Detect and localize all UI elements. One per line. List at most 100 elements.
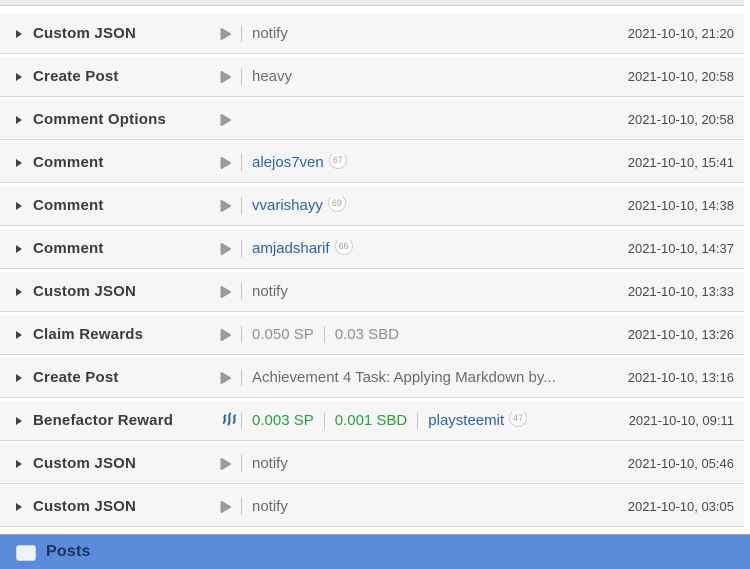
timestamp: 2021-10-10, 09:11 xyxy=(628,413,734,428)
operation-name: Custom JSON xyxy=(33,498,137,515)
details: notify xyxy=(241,25,288,42)
reputation-badge: 66 xyxy=(334,239,353,255)
details: notify xyxy=(241,455,288,472)
detail-text: Achievement 4 Task: Applying Markdown by… xyxy=(252,369,556,386)
expand-caret-icon[interactable] xyxy=(16,459,22,468)
user-wrap: vvarishayy 69 xyxy=(252,196,346,215)
operation-name: Comment Options xyxy=(33,111,166,128)
pipe-divider xyxy=(241,412,242,429)
pipe-divider xyxy=(241,455,242,472)
timestamp: 2021-10-10, 20:58 xyxy=(627,112,734,127)
transaction-row[interactable]: Create Post Achievement 4 Task: Applying… xyxy=(0,358,744,398)
pipe-divider xyxy=(323,412,325,429)
operation-name: Custom JSON xyxy=(33,25,137,42)
operation-name: Create Post xyxy=(33,68,119,85)
steem-icon xyxy=(219,412,241,429)
timestamp: 2021-10-10, 03:05 xyxy=(627,499,734,514)
operation-name: Create Post xyxy=(33,369,119,386)
detail-text: notify xyxy=(252,455,288,472)
play-icon xyxy=(219,242,241,256)
detail-text: heavy xyxy=(252,68,293,85)
play-icon xyxy=(219,285,241,299)
expand-caret-icon[interactable] xyxy=(16,330,22,339)
pipe-divider xyxy=(417,412,419,429)
play-icon xyxy=(219,371,241,385)
user-wrap: alejos7ven 67 xyxy=(252,153,347,172)
reputation-badge: 67 xyxy=(328,153,347,169)
pipe-divider xyxy=(241,25,242,42)
transaction-row[interactable]: Custom JSON notify 2021-10-10, 03:05 xyxy=(0,487,744,527)
timestamp: 2021-10-10, 14:37 xyxy=(627,241,734,256)
operation-name: Benefactor Reward xyxy=(33,412,174,429)
operation-name: Custom JSON xyxy=(33,455,137,472)
transaction-row[interactable]: Custom JSON notify 2021-10-10, 05:46 xyxy=(0,444,744,484)
reputation-badge: 69 xyxy=(327,196,346,212)
operation-name: Comment xyxy=(33,240,104,257)
expand-caret-icon[interactable] xyxy=(16,115,22,124)
pipe-divider xyxy=(241,326,242,343)
transaction-row[interactable]: Custom JSON notify 2021-10-10, 21:20 xyxy=(0,14,744,54)
timestamp: 2021-10-10, 14:38 xyxy=(627,198,734,213)
detail-text: notify xyxy=(252,498,288,515)
user-wrap: playsteemit 47 xyxy=(428,411,528,430)
timestamp: 2021-10-10, 21:20 xyxy=(627,26,734,41)
play-icon xyxy=(219,500,241,514)
expand-caret-icon[interactable] xyxy=(16,373,22,382)
expand-caret-icon[interactable] xyxy=(16,416,22,425)
pipe-divider xyxy=(241,154,242,171)
pipe-divider xyxy=(241,240,242,257)
play-icon xyxy=(219,199,241,213)
details: notify xyxy=(241,498,288,515)
details: alejos7ven 67 xyxy=(241,153,347,172)
transaction-row[interactable]: Claim Rewards 0.050 SP 0.03 SBD 2021-10-1… xyxy=(0,315,744,355)
detail-text: notify xyxy=(252,283,288,300)
play-icon xyxy=(219,113,241,127)
operation-name: Comment xyxy=(33,197,104,214)
pipe-divider xyxy=(241,68,242,85)
expand-caret-icon[interactable] xyxy=(16,29,22,38)
timestamp: 2021-10-10, 13:26 xyxy=(627,327,734,342)
transaction-row[interactable]: Comment alejos7ven 67 2021-10-10, 15:41 xyxy=(0,143,744,183)
user-link[interactable]: alejos7ven xyxy=(252,154,324,171)
pipe-divider xyxy=(241,498,242,515)
expand-caret-icon[interactable] xyxy=(16,502,22,511)
expand-caret-icon[interactable] xyxy=(16,244,22,253)
expand-caret-icon[interactable] xyxy=(16,201,22,210)
transaction-row[interactable]: Comment amjadsharif 66 2021-10-10, 14:37 xyxy=(0,229,744,269)
pipe-divider xyxy=(241,369,242,386)
expand-caret-icon[interactable] xyxy=(16,287,22,296)
details: heavy xyxy=(241,68,292,85)
transaction-row[interactable]: Comment vvarishayy 69 2021-10-10, 14:38 xyxy=(0,186,744,226)
details: 0.003 SP 0.001 SBD playsteemit 47 xyxy=(241,411,528,430)
user-link[interactable]: amjadsharif xyxy=(252,240,330,257)
posts-section-label: Posts xyxy=(46,543,91,560)
pipe-divider xyxy=(323,326,325,343)
transaction-row[interactable]: Comment Options 2021-10-10, 20:58 xyxy=(0,100,744,140)
transaction-row[interactable]: Create Post heavy 2021-10-10, 20:58 xyxy=(0,57,744,97)
details: 0.050 SP 0.03 SBD xyxy=(241,326,399,343)
details: notify xyxy=(241,283,288,300)
detail-text: 0.050 SP xyxy=(252,326,314,343)
transaction-row[interactable]: Custom JSON notify 2021-10-10, 13:33 xyxy=(0,272,744,312)
play-icon xyxy=(219,457,241,471)
transaction-history-page: Custom JSON notify 2021-10-10, 21:20 Cre… xyxy=(0,0,750,569)
expand-caret-icon[interactable] xyxy=(16,158,22,167)
posts-section-header[interactable]: Posts xyxy=(0,534,750,569)
timestamp: 2021-10-10, 05:46 xyxy=(627,456,734,471)
detail-text: notify xyxy=(252,25,288,42)
details: Achievement 4 Task: Applying Markdown by… xyxy=(241,369,556,386)
user-link[interactable]: vvarishayy xyxy=(252,197,323,214)
operation-name: Claim Rewards xyxy=(33,326,144,343)
posts-icon xyxy=(16,545,36,561)
expand-caret-icon[interactable] xyxy=(16,72,22,81)
play-icon xyxy=(219,156,241,170)
operation-name: Custom JSON xyxy=(33,283,137,300)
details: vvarishayy 69 xyxy=(241,196,346,215)
details: amjadsharif 66 xyxy=(241,239,353,258)
reputation-badge: 47 xyxy=(509,411,528,427)
play-icon xyxy=(219,27,241,41)
detail-text: 0.03 SBD xyxy=(334,326,399,343)
user-link[interactable]: playsteemit xyxy=(428,412,504,429)
pipe-divider xyxy=(241,197,242,214)
transaction-row[interactable]: Benefactor Reward 0.003 SP 0.001 SBD plays… xyxy=(0,401,744,441)
